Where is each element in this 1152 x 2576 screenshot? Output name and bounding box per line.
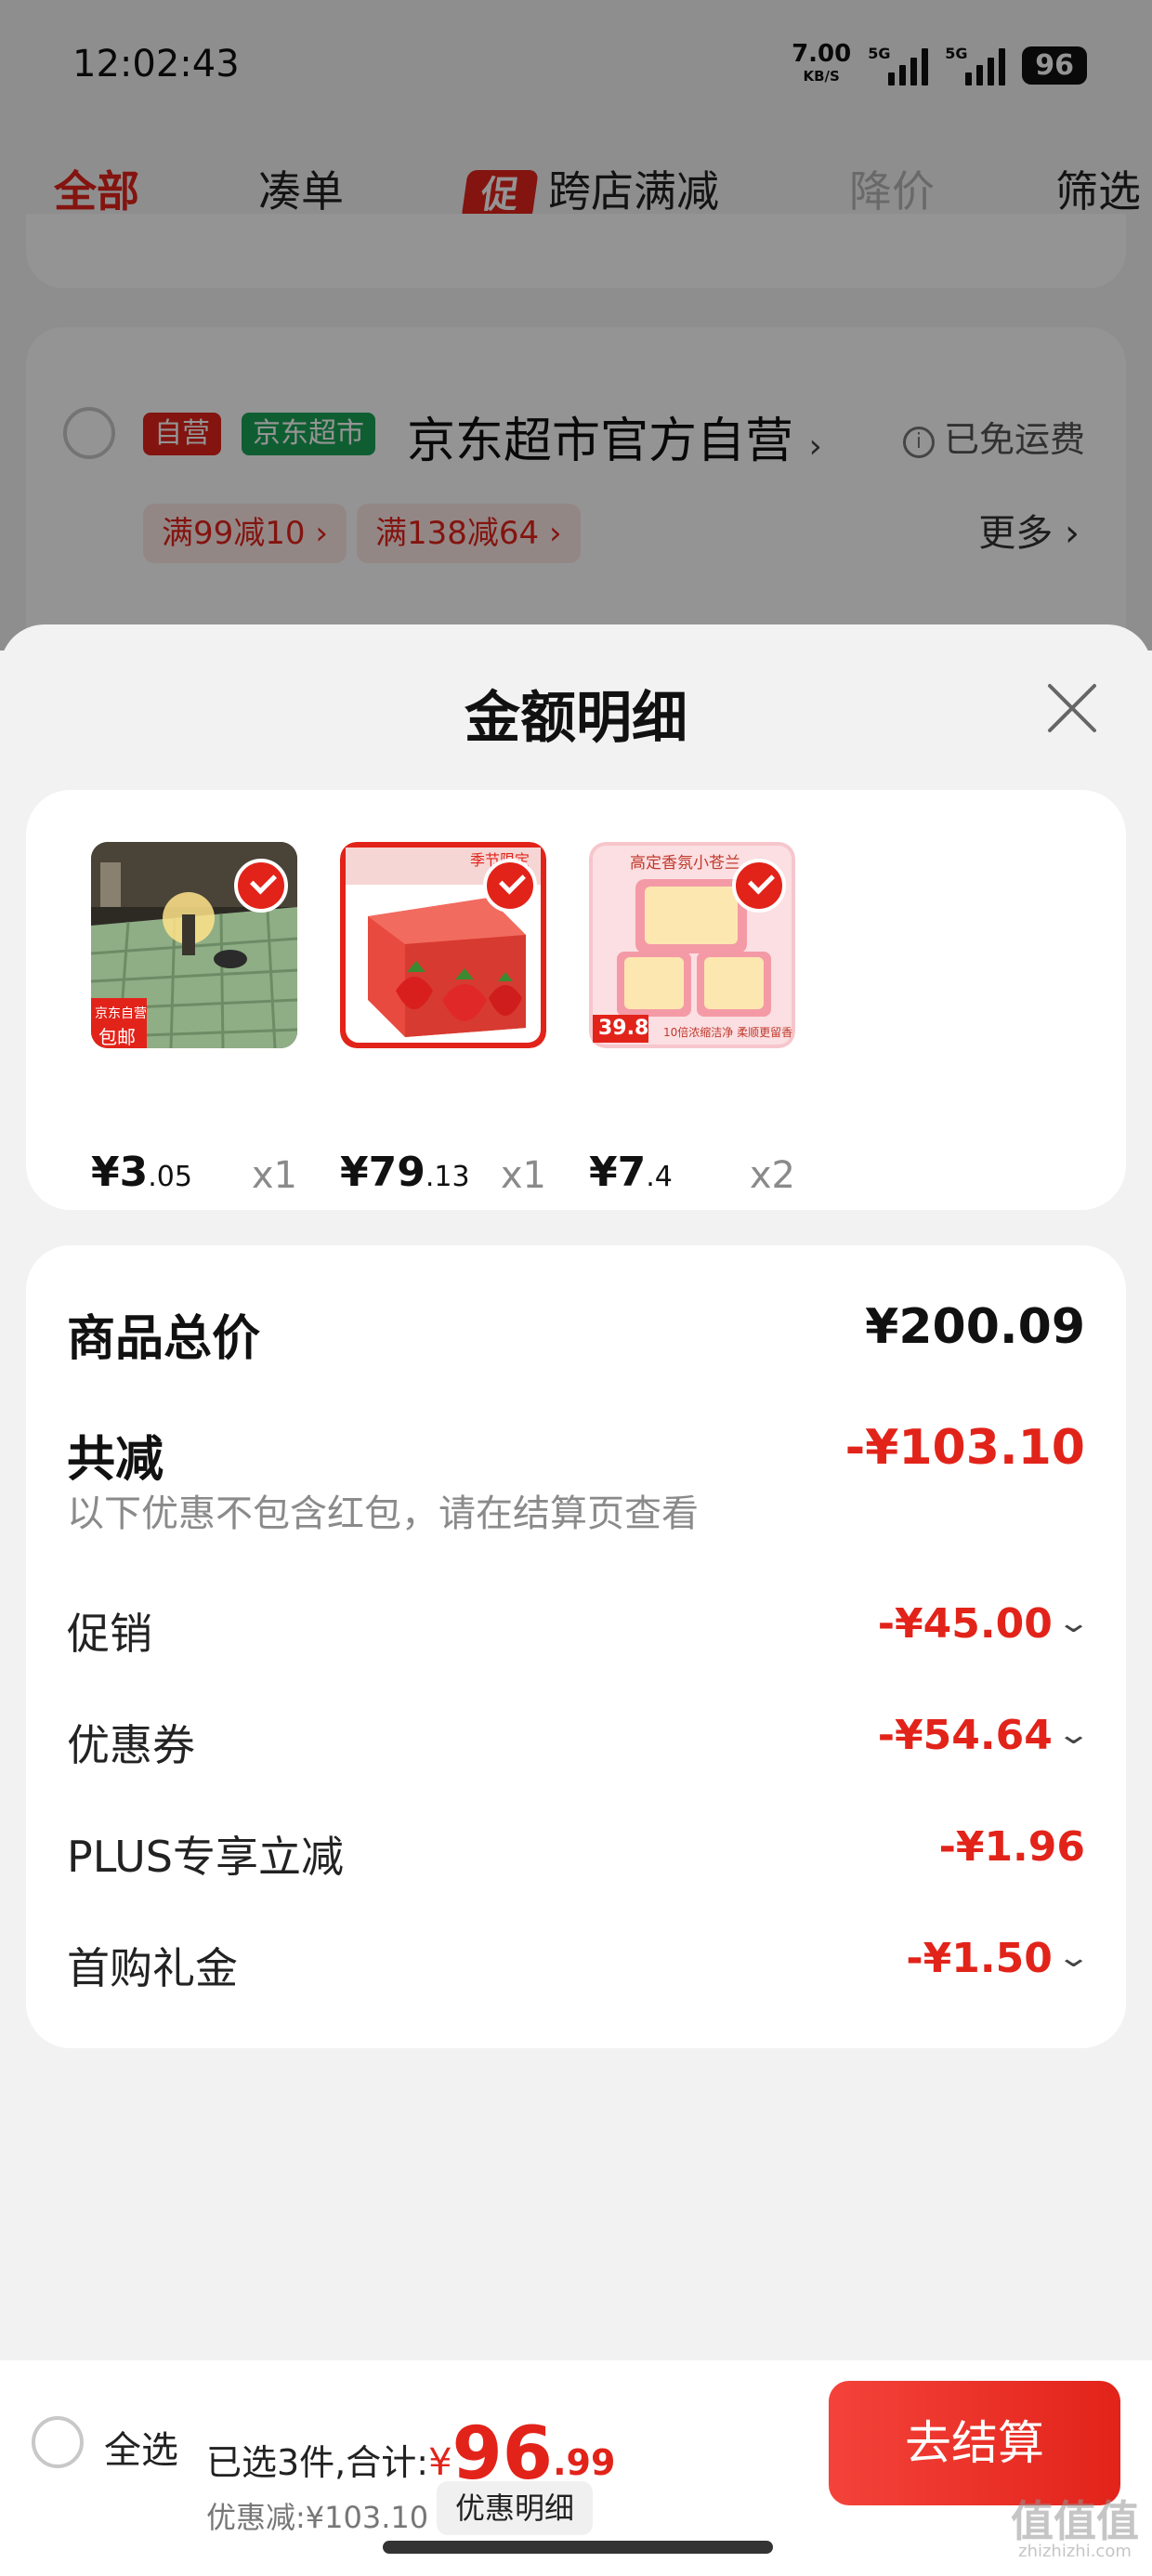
subtotal-label: 商品总价 [67, 1311, 261, 1367]
image-badge-jd: 京东自营 [95, 1006, 147, 1021]
product-quantity: x1 [500, 1154, 546, 1197]
plus-discount-row: PLUS专享立减 -¥1.96 [67, 1823, 1085, 1888]
checkmark-icon [732, 859, 786, 913]
cart-page-background: 12:02:43 7.00 KB/S 5G 5G 96 全部 凑单 促跨店满减 … [0, 0, 1152, 717]
product-item[interactable]: 高定香氛小苍兰 39.8 10倍浓缩洁净 柔顺更留香 ¥7.4 x2 [589, 842, 795, 1197]
product-item[interactable]: 季节限定 ¥79.13 x1 [340, 842, 546, 1197]
product-quantity: x1 [251, 1154, 297, 1197]
coupon-row[interactable]: 优惠券 -¥54.64 ⌄ [67, 1712, 1091, 1777]
product-price: ¥7.4 [589, 1149, 673, 1196]
close-icon[interactable] [1044, 680, 1100, 736]
total-discount-value: -¥103.10 [844, 1420, 1085, 1476]
selected-products: 京东自营 包邮 ¥3.05 x1 ¥79.13 x1 高定香氛小苍兰 39.8 … [26, 790, 1126, 1210]
watermark: 值值值 zhizhizhi.com [1011, 2496, 1139, 2561]
product-quantity: x2 [749, 1154, 795, 1197]
first-purchase-gift-label: 首购礼金 [67, 1943, 238, 1993]
chevron-down-icon: ⌄ [1055, 1718, 1092, 1751]
image-badge-free-shipping: 包邮 [98, 1026, 136, 1048]
discount-summary: 优惠减:¥103.10 [206, 2500, 429, 2535]
discount-detail-button[interactable]: 优惠明细 [437, 2481, 594, 2535]
image-badge-price: 39.8 [598, 1017, 649, 1040]
product-image-air-freshener: 高定香氛小苍兰 39.8 10倍浓缩洁净 柔顺更留香 [589, 842, 795, 1048]
subtotal-row: 商品总价 ¥200.09 [67, 1299, 1085, 1367]
checkmark-icon [234, 859, 288, 913]
coupon-label: 优惠券 [67, 1720, 195, 1770]
total-discount-label: 共减 [67, 1432, 164, 1488]
product-item[interactable]: 京东自营 包邮 ¥3.05 x1 [91, 842, 297, 1197]
subtotal-value: ¥200.09 [865, 1299, 1085, 1355]
amount-breakdown: 商品总价 ¥200.09 共减 -¥103.10 以下优惠不包含红包，请在结算页… [26, 1245, 1126, 2048]
plus-discount-label: PLUS专享立减 [67, 1832, 344, 1882]
chevron-down-icon: ⌄ [1055, 1607, 1092, 1639]
plus-discount-value: -¥1.96 [938, 1823, 1085, 1871]
sheet-title: 金额明细 [465, 686, 687, 751]
home-indicator[interactable] [383, 2541, 773, 2554]
promotion-row[interactable]: 促销 -¥45.00 ⌄ [67, 1600, 1091, 1665]
promotion-label: 促销 [67, 1609, 152, 1659]
checkout-button[interactable]: 去结算 [829, 2381, 1120, 2505]
chevron-down-icon: ⌄ [1055, 1941, 1092, 1974]
product-image-strawberry: 季节限定 [340, 842, 546, 1048]
discount-note: 以下优惠不包含红包，请在结算页查看 [67, 1492, 699, 1535]
first-purchase-gift-row[interactable]: 首购礼金 -¥1.50 ⌄ [67, 1935, 1091, 2000]
total-discount-row: 共减 -¥103.10 [67, 1420, 1085, 1488]
modal-overlay[interactable] [0, 0, 1152, 651]
product-image-tablecloth: 京东自营 包邮 [91, 842, 297, 1048]
first-purchase-gift-value: -¥1.50 [906, 1935, 1053, 1982]
image-badge-slogan: 10倍浓缩洁净 柔顺更留香 [663, 1026, 793, 1039]
coupon-value: -¥54.64 [877, 1712, 1053, 1759]
amount-detail-sheet: 金额明细 京东自营 包邮 ¥3.05 x1 ¥79.13 x1 高定香氛小苍兰 … [0, 624, 1152, 2362]
promotion-value: -¥45.00 [877, 1600, 1053, 1648]
image-badge-scent: 高定香氛小苍兰 [630, 854, 740, 873]
checkmark-icon [483, 859, 537, 913]
product-price: ¥79.13 [340, 1149, 470, 1196]
select-all-label[interactable]: 全选 [104, 2420, 178, 2474]
product-price: ¥3.05 [91, 1149, 192, 1196]
select-all-radio[interactable] [32, 2416, 84, 2468]
